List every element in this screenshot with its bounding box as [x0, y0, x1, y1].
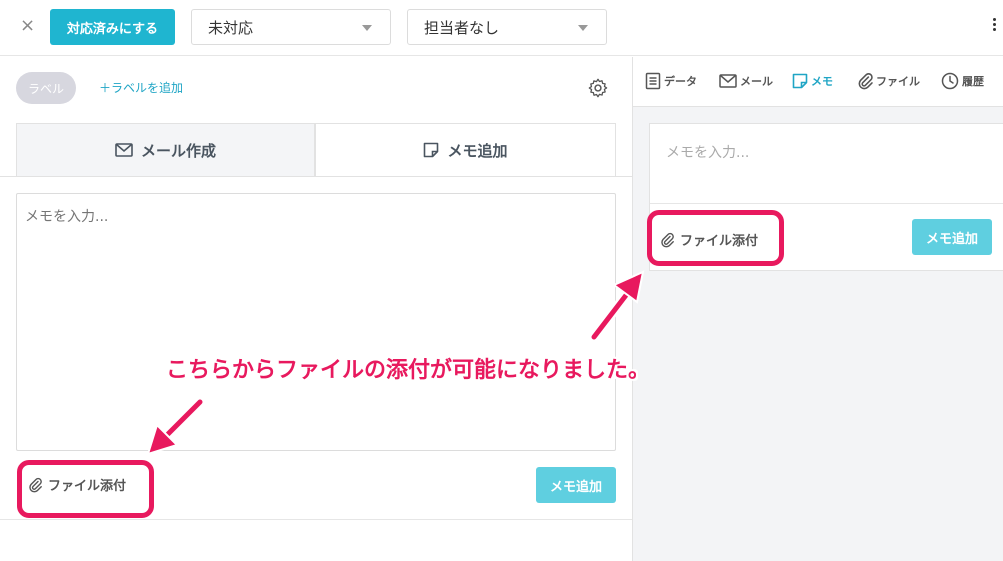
tab-label: ファイル	[876, 75, 920, 88]
tab-label: メモ追加	[447, 141, 508, 160]
memo-icon	[424, 142, 439, 158]
annotation-caption: こちらからファイルの添付が可能になりました。	[166, 358, 651, 383]
tab-label: メール	[740, 75, 773, 88]
detail-tabs: データ メール メモ ファイル 履歴	[633, 57, 1003, 107]
tab-file[interactable]: ファイル	[857, 69, 920, 93]
tab-mail[interactable]: メール	[719, 69, 773, 93]
paperclip-icon	[858, 73, 873, 90]
label-badge[interactable]: ラベル	[16, 72, 76, 104]
tab-add-memo[interactable]: メモ追加	[315, 123, 616, 177]
memo-textarea[interactable]	[16, 193, 616, 451]
tab-label: メール作成	[140, 141, 216, 160]
add-label-link[interactable]: ＋ラベルを追加	[99, 79, 183, 96]
highlight-box-right	[647, 210, 784, 266]
memo-input[interactable]: メモを入力...	[666, 142, 749, 162]
mail-icon	[719, 74, 737, 88]
data-icon	[645, 72, 661, 90]
tab-label: 履歴	[962, 75, 984, 88]
compose-tabs: メール作成 メモ追加	[16, 123, 616, 177]
tab-label: メモ	[811, 75, 833, 88]
highlight-box-left	[17, 460, 154, 518]
add-memo-button[interactable]: メモ追加	[536, 467, 616, 503]
assignee-select-value: 担当者なし	[424, 18, 500, 37]
more-menu-icon[interactable]	[993, 18, 997, 33]
tab-compose-mail[interactable]: メール作成	[16, 123, 315, 177]
assignee-select[interactable]: 担当者なし	[407, 9, 607, 45]
status-select-value: 未対応	[208, 18, 254, 37]
tab-data[interactable]: データ	[645, 69, 697, 93]
status-select[interactable]: 未対応	[191, 9, 391, 45]
mark-done-button[interactable]: 対応済みにする	[50, 9, 175, 45]
top-bar: × 対応済みにする 未対応 担当者なし	[0, 0, 1003, 56]
tab-history[interactable]: 履歴	[941, 69, 984, 93]
chevron-down-icon	[578, 25, 588, 31]
chevron-down-icon	[362, 25, 372, 31]
tab-label: データ	[664, 75, 697, 88]
detail-panel: データ メール メモ ファイル 履歴 メモを入力...	[632, 57, 1003, 561]
tab-memo[interactable]: メモ	[792, 69, 833, 93]
gear-icon[interactable]	[587, 77, 609, 99]
mail-icon	[115, 143, 133, 157]
clock-icon	[941, 72, 959, 90]
divider	[0, 519, 632, 520]
divider	[650, 203, 1003, 204]
divider	[0, 176, 632, 177]
add-memo-button-right[interactable]: メモ追加	[912, 219, 992, 255]
close-icon[interactable]: ×	[20, 15, 35, 36]
memo-icon	[792, 73, 808, 89]
